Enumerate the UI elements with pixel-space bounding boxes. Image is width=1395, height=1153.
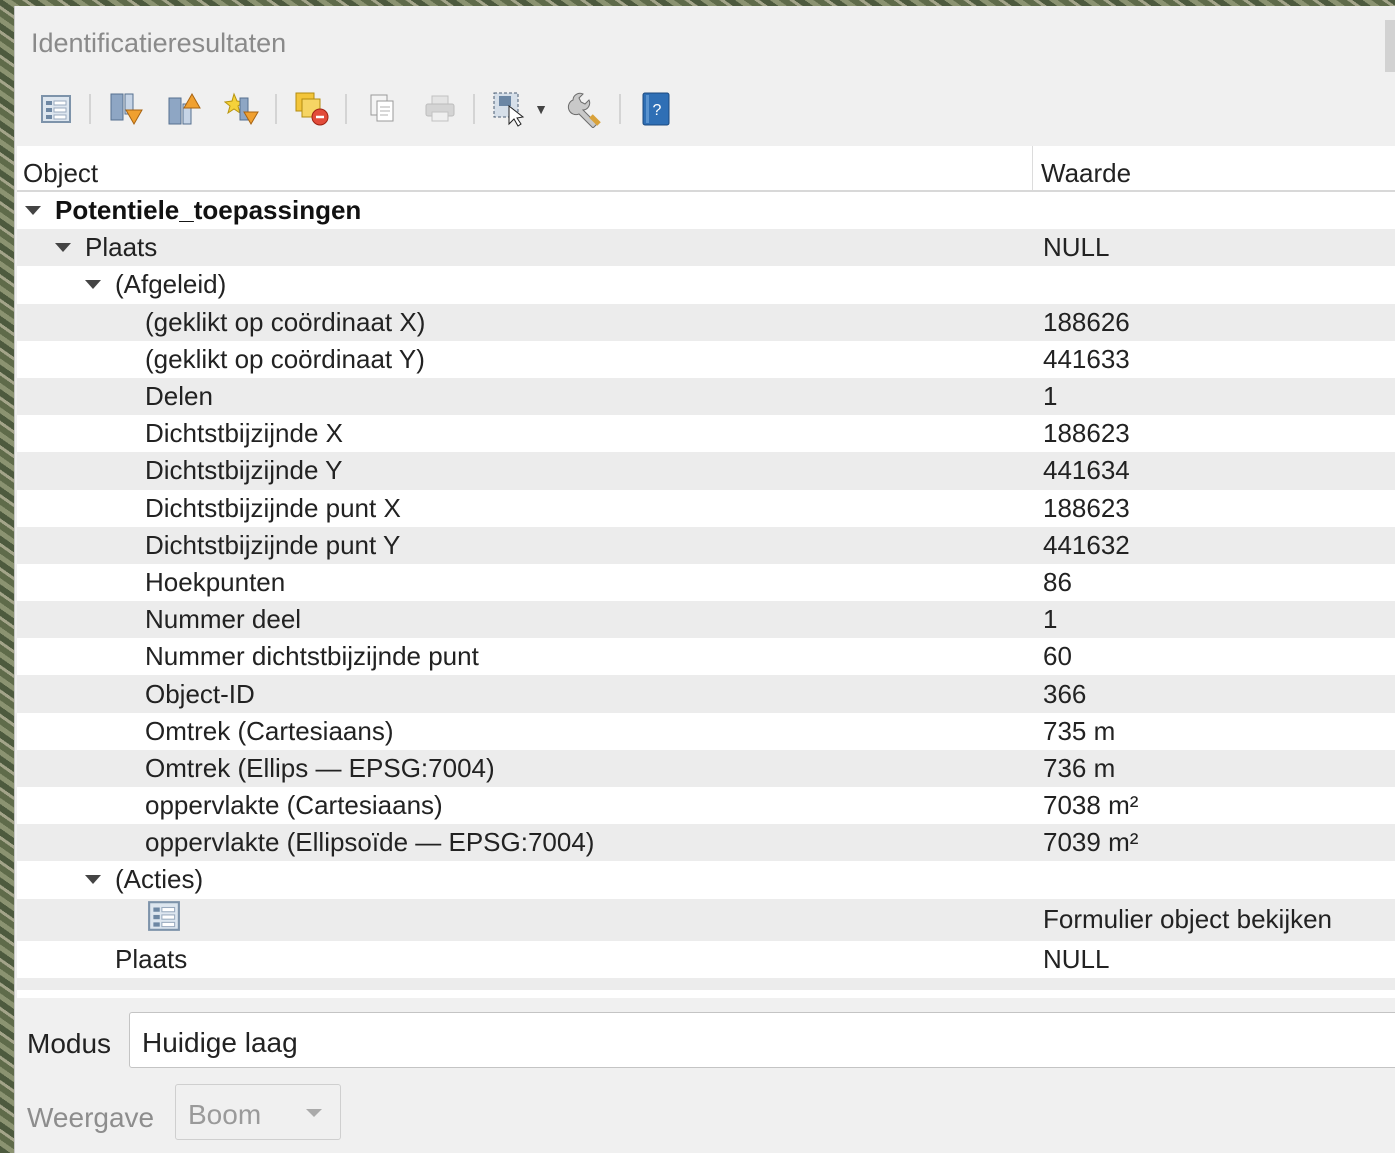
actions-group-row[interactable]: (Acties) [17, 861, 1395, 898]
identify-results-panel: Identificatieresultaten ▼ ? Object Waard… [14, 6, 1395, 1153]
expand-arrow-icon[interactable] [85, 875, 101, 885]
toolbar-separator [619, 94, 621, 124]
table-row[interactable]: Dichtstbijzijnde Y 441634 [17, 452, 1395, 490]
actions-group-label: (Acties) [115, 864, 204, 895]
table-row[interactable]: Delen 1 [17, 377, 1395, 416]
table-row[interactable]: Dichtstbijzijnde punt X 188623 [17, 490, 1395, 527]
feature-row[interactable]: Plaats NULL [17, 229, 1395, 267]
chevron-down-icon [306, 1109, 322, 1117]
header-object[interactable]: Object [17, 146, 1033, 190]
action-row[interactable]: Formulier object bekijken [17, 898, 1395, 941]
expand-new-icon[interactable] [221, 88, 263, 130]
table-row[interactable]: oppervlakte (Ellipsoïde — EPSG:7004) 7039… [17, 824, 1395, 862]
layer-row[interactable]: Potentiele_toepassingen [17, 192, 1395, 229]
table-row[interactable]: Dichtstbijzijnde punt Y 441632 [17, 526, 1395, 564]
derived-group-row[interactable]: (Afgeleid) [17, 266, 1395, 303]
attribute-label: Plaats [115, 943, 188, 974]
header-value[interactable]: Waarde [1033, 146, 1131, 190]
panel-scroll-handle[interactable] [1385, 20, 1395, 72]
table-row[interactable]: Nummer dichtstbijzijnde punt 60 [17, 638, 1395, 675]
modus-select[interactable]: Huidige laag [129, 1012, 1395, 1068]
toolbar: ▼ ? [35, 88, 693, 130]
table-row[interactable]: Omtrek (Ellips — EPSG:7004) 736 m [17, 749, 1395, 787]
collapse-up-icon[interactable] [163, 88, 205, 130]
attribute-row[interactable]: Plaats NULL [17, 941, 1395, 978]
layer-name: Potentiele_toepassingen [55, 195, 362, 226]
print-icon[interactable] [419, 88, 461, 130]
chevron-down-icon[interactable]: ▼ [533, 88, 549, 130]
action-value[interactable]: Formulier object bekijken [1043, 904, 1332, 935]
toolbar-separator [89, 94, 91, 124]
panel-title: Identificatieresultaten [31, 28, 287, 58]
table-row-partial[interactable] [17, 977, 1395, 990]
expand-arrow-icon[interactable] [25, 206, 41, 216]
modus-label: Modus [27, 1028, 112, 1059]
expand-arrow-icon[interactable] [55, 243, 71, 253]
tree-header: Object Waarde [17, 146, 1395, 192]
table-row[interactable]: Omtrek (Cartesiaans) 735 m [17, 713, 1395, 750]
identify-select-icon[interactable] [489, 88, 531, 130]
table-row[interactable]: oppervlakte (Cartesiaans) 7038 m² [17, 787, 1395, 824]
clear-highlight-icon[interactable] [291, 88, 333, 130]
toolbar-separator [345, 94, 347, 124]
table-row[interactable]: Dichtstbijzijnde X 188623 [17, 415, 1395, 452]
table-row[interactable]: (geklikt op coördinaat Y) 441633 [17, 341, 1395, 378]
weergave-select[interactable]: Boom [175, 1084, 341, 1140]
table-row[interactable]: Nummer deel 1 [17, 601, 1395, 639]
table-row[interactable]: (geklikt op coördinaat X) 188626 [17, 303, 1395, 341]
feature-label: Plaats [85, 232, 158, 263]
toolbar-separator [473, 94, 475, 124]
toolbar-separator [275, 94, 277, 124]
attribute-value: NULL [1043, 943, 1110, 974]
wrench-icon[interactable] [565, 88, 607, 130]
help-icon[interactable]: ? [635, 88, 677, 130]
feature-value: NULL [1043, 232, 1110, 263]
weergave-value: Boom [188, 1099, 262, 1130]
expand-down-icon[interactable] [105, 88, 147, 130]
results-tree[interactable]: Object Waarde Potentiele_toepassingen Pl… [17, 146, 1395, 998]
form-view-icon[interactable] [147, 899, 181, 940]
copy-icon[interactable] [361, 88, 403, 130]
svg-text:?: ? [653, 102, 662, 119]
form-view-icon[interactable] [35, 88, 77, 130]
expand-arrow-icon[interactable] [85, 280, 101, 290]
table-row[interactable]: Hoekpunten 86 [17, 564, 1395, 601]
bottom-controls: Modus Huidige laag Weergave Boom [17, 998, 1395, 1153]
table-row[interactable]: Object-ID 366 [17, 675, 1395, 713]
weergave-label: Weergave [27, 1102, 155, 1133]
derived-group-label: (Afgeleid) [115, 269, 227, 300]
